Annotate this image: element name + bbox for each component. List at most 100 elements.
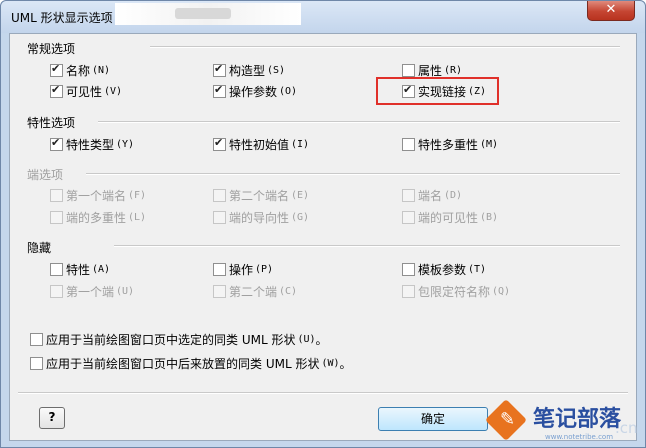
checkbox-label: 模板参数: [418, 262, 467, 277]
checkbox-box[interactable]: [30, 356, 43, 370]
checkbox-attribute-type[interactable]: 特性类型(Y): [50, 136, 134, 152]
checkbox-hide-template-params[interactable]: 模板参数 (T): [402, 261, 486, 277]
checkbox-label: 端的可见性: [418, 210, 479, 225]
checkbox-box[interactable]: [50, 262, 63, 276]
checkbox-box[interactable]: [50, 136, 63, 151]
close-icon: ✕: [605, 2, 617, 17]
shortcut-key: (W): [321, 357, 340, 369]
checkbox-apply-later[interactable]: 应用于当前绘图窗口页中后来放置的同类 UML 形状 (W)。: [30, 355, 352, 371]
shortcut-key: (E): [291, 189, 310, 201]
shortcut-key: (P): [255, 263, 274, 275]
watermark-name: 笔记部落: [533, 407, 622, 432]
shortcut-key: (M): [480, 138, 499, 150]
group-title-attribute: 特性选项: [27, 116, 76, 130]
checkbox-stereotype[interactable]: 构造型(S): [213, 62, 285, 78]
checkbox-box[interactable]: [213, 262, 226, 276]
shortcut-key: (N): [92, 64, 111, 76]
close-button[interactable]: ✕: [587, 1, 635, 21]
checkbox-label: 特性类型: [66, 137, 115, 152]
group-title-hide: 隐藏: [27, 241, 52, 255]
footer-divider: [18, 392, 628, 394]
checkbox-hide-package-qualifier: 包限定符名称 (Q): [402, 283, 510, 299]
annotation-highlight-box: [376, 77, 499, 105]
checkbox-visibility[interactable]: 可见性(V): [50, 83, 122, 99]
shortcut-key: (O): [279, 85, 298, 97]
shortcut-key: (G): [291, 211, 310, 223]
shortcut-key: (B): [480, 211, 499, 223]
checkbox-label: 特性: [66, 262, 91, 277]
checkbox-box[interactable]: [50, 62, 63, 77]
watermark-url: www.notetribe.com: [545, 433, 614, 441]
checkbox-name[interactable]: 名称(N): [50, 62, 110, 78]
group-divider: [150, 46, 620, 48]
shortcut-key: (Y): [116, 138, 135, 150]
checkbox-label: 特性初始值: [229, 137, 290, 152]
checkbox-label: 第二个端名: [229, 188, 290, 203]
checkbox-attribute-multiplicity[interactable]: 特性多重性 (M): [402, 136, 498, 152]
group-divider: [114, 245, 620, 247]
checkbox-box: [213, 210, 226, 224]
checkbox-label: 应用于当前绘图窗口页中选定的同类 UML 形状: [46, 332, 296, 347]
checkbox-box: [213, 188, 226, 202]
checkbox-end-navigability: 端的导向性 (G): [213, 209, 309, 225]
checkbox-apply-selected[interactable]: 应用于当前绘图窗口页中选定的同类 UML 形状 (U)。: [30, 331, 328, 347]
checkbox-label: 操作: [229, 262, 254, 277]
dialog-window: UML 形状显示选项 ✕ 常规选项 名称(N) 构造型(S) 属性(R) 可见性…: [0, 0, 646, 448]
shortcut-key: (D): [444, 189, 463, 201]
shortcut-key: (R): [444, 64, 463, 76]
checkbox-label: 第一个端: [66, 284, 115, 299]
checkbox-label: 特性多重性: [418, 137, 479, 152]
shortcut-key: (S): [267, 64, 286, 76]
checkbox-box[interactable]: [402, 63, 415, 77]
group-title-end: 端选项: [27, 168, 64, 182]
checkbox-label: 构造型: [229, 63, 266, 78]
checkbox-box[interactable]: [213, 83, 226, 98]
checkbox-end-visibility: 端的可见性 (B): [402, 209, 498, 225]
checkbox-box[interactable]: [402, 262, 415, 276]
checkbox-box: [50, 210, 63, 224]
checkbox-second-end-name: 第二个端名 (E): [213, 187, 309, 203]
watermark-domain: .cn: [615, 419, 638, 437]
help-icon: ?: [48, 410, 56, 424]
checkbox-hide-operations[interactable]: 操作 (P): [213, 261, 273, 277]
checkbox-operation-params[interactable]: 操作参数(O): [213, 83, 297, 99]
title-bar: UML 形状显示选项 ✕: [1, 1, 645, 33]
help-button[interactable]: ?: [39, 407, 65, 429]
checkbox-label: 第一个端名: [66, 188, 127, 203]
pen-icon: ✎: [500, 409, 516, 430]
label-suffix: 。: [315, 332, 328, 347]
checkbox-label: 操作参数: [229, 84, 278, 99]
label-suffix: 。: [339, 356, 352, 371]
redacted-title-area: [115, 3, 301, 25]
checkbox-box[interactable]: [30, 332, 43, 346]
checkbox-label: 属性: [418, 63, 443, 78]
group-divider: [86, 173, 620, 175]
checkbox-box: [50, 284, 63, 298]
shortcut-key: (F): [128, 189, 147, 201]
checkbox-box[interactable]: [402, 137, 415, 151]
window-title: UML 形状显示选项: [11, 11, 113, 25]
shortcut-key: (Q): [492, 285, 511, 297]
checkbox-attributes[interactable]: 属性 (R): [402, 62, 462, 78]
checkbox-box: [402, 188, 415, 202]
checkbox-end-name: 端名 (D): [402, 187, 462, 203]
checkbox-hide-attributes[interactable]: 特性 (A): [50, 261, 110, 277]
ok-button[interactable]: 确定: [378, 407, 488, 431]
shortcut-key: (U): [116, 285, 135, 297]
checkbox-box[interactable]: [213, 62, 226, 77]
checkbox-label: 端名: [418, 188, 443, 203]
checkbox-first-end-name: 第一个端名 (F): [50, 187, 146, 203]
checkbox-box: [402, 210, 415, 224]
shortcut-key: (A): [92, 263, 111, 275]
checkbox-hide-second-end: 第二个端 (C): [213, 283, 297, 299]
shortcut-key: (I): [291, 138, 310, 150]
checkbox-box: [402, 284, 415, 298]
shortcut-key: (C): [279, 285, 298, 297]
checkbox-box[interactable]: [213, 136, 226, 151]
shortcut-key: (U): [297, 333, 316, 345]
checkbox-attribute-initial-value[interactable]: 特性初始值(I): [213, 136, 309, 152]
checkbox-box[interactable]: [50, 83, 63, 98]
shortcut-key: (T): [468, 263, 487, 275]
checkbox-box: [50, 188, 63, 202]
checkbox-end-multiplicity: 端的多重性 (L): [50, 209, 146, 225]
